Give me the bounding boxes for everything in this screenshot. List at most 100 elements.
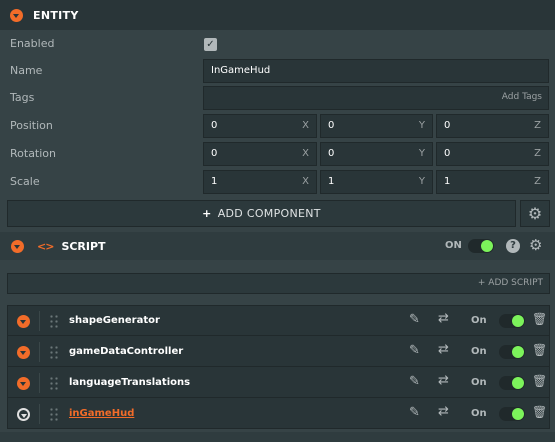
- script-toggle[interactable]: [499, 407, 525, 421]
- scale-row: Scale 1 X 1 Y 1 Z: [0, 170, 555, 194]
- axis-z-label: Z: [534, 120, 541, 131]
- axis-x-label: X: [302, 120, 309, 131]
- axis-x-label: X: [302, 176, 309, 187]
- script-toggle-label: ON: [445, 240, 462, 251]
- question-icon[interactable]: ?: [506, 239, 520, 253]
- rotation-z-input[interactable]: 0 Z: [436, 142, 549, 166]
- collapse-script-icon[interactable]: [11, 239, 24, 253]
- position-z-input[interactable]: 0 Z: [436, 114, 549, 138]
- name-input[interactable]: InGameHud: [203, 59, 549, 83]
- tags-row: Tags Add Tags: [0, 86, 555, 110]
- gear-icon[interactable]: ⚙: [529, 236, 542, 254]
- script-component-toggle[interactable]: [468, 239, 494, 253]
- axis-y-label: Y: [418, 176, 425, 187]
- scale-label: Scale: [10, 175, 40, 188]
- tags-placeholder: Add Tags: [501, 92, 542, 102]
- scale-y-value: 1: [328, 176, 335, 187]
- axis-y-label: Y: [418, 120, 425, 131]
- add-script-label: + ADD SCRIPT: [477, 278, 543, 288]
- position-z-value: 0: [444, 120, 451, 131]
- reload-icon[interactable]: ⇄: [438, 404, 449, 419]
- trash-icon[interactable]: 🗑: [532, 374, 547, 388]
- axis-z-label: Z: [534, 148, 541, 159]
- add-script-button[interactable]: + ADD SCRIPT: [7, 273, 550, 294]
- position-x-input[interactable]: 0 X: [203, 114, 317, 138]
- position-x-value: 0: [211, 120, 218, 131]
- chevron-down-circle-icon[interactable]: [17, 346, 30, 359]
- scale-x-value: 1: [211, 176, 218, 187]
- script-on-label: On: [471, 346, 487, 357]
- trash-icon[interactable]: 🗑: [532, 405, 547, 419]
- position-y-value: 0: [328, 120, 335, 131]
- script-on-label: On: [471, 377, 487, 388]
- entity-settings-button[interactable]: ⚙: [520, 200, 550, 227]
- script-item-inGameHud: inGameHud ✎ ⇄ On 🗑: [8, 399, 549, 429]
- rotation-z-value: 0: [444, 148, 451, 159]
- script-list: shapeGenerator ✎ ⇄ On 🗑 gameDataControll…: [7, 305, 550, 429]
- script-item-gameDataController: gameDataController ✎ ⇄ On 🗑: [8, 337, 549, 367]
- enabled-label: Enabled: [10, 37, 55, 50]
- script-component-header[interactable]: <> SCRIPT ON ? ⚙: [0, 232, 555, 260]
- position-label: Position: [10, 119, 53, 132]
- chevron-down-circle-icon[interactable]: [17, 377, 30, 390]
- script-component-title: SCRIPT: [61, 239, 106, 253]
- script-name: gameDataController: [69, 346, 184, 357]
- script-toggle[interactable]: [499, 345, 525, 359]
- checkmark-icon: ✓: [206, 39, 215, 50]
- reload-icon[interactable]: ⇄: [438, 342, 449, 357]
- edit-icon[interactable]: ✎: [409, 312, 420, 327]
- script-on-label: On: [471, 315, 487, 326]
- drag-handle-icon[interactable]: [49, 407, 59, 421]
- plus-icon: +: [202, 207, 212, 220]
- position-y-input[interactable]: 0 Y: [320, 114, 433, 138]
- rotation-x-input[interactable]: 0 X: [203, 142, 317, 166]
- entity-panel-title: ENTITY: [33, 8, 79, 22]
- script-item-shapeGenerator: shapeGenerator ✎ ⇄ On 🗑: [8, 306, 549, 336]
- rotation-x-value: 0: [211, 148, 218, 159]
- chevron-down-circle-icon[interactable]: [17, 408, 30, 421]
- reload-icon[interactable]: ⇄: [438, 311, 449, 326]
- name-value: InGameHud: [211, 65, 271, 76]
- edit-icon[interactable]: ✎: [409, 374, 420, 389]
- name-row: Name InGameHud: [0, 59, 555, 83]
- name-label: Name: [10, 64, 43, 77]
- trash-icon[interactable]: 🗑: [532, 312, 547, 326]
- panel-bottom: [0, 432, 555, 442]
- trash-icon[interactable]: 🗑: [532, 343, 547, 357]
- code-brackets-icon: <>: [37, 239, 54, 253]
- rotation-label: Rotation: [10, 147, 57, 160]
- collapse-entity-icon[interactable]: [10, 8, 23, 22]
- reload-icon[interactable]: ⇄: [438, 373, 449, 388]
- script-name-link[interactable]: inGameHud: [69, 408, 134, 419]
- chevron-down-circle-icon[interactable]: [17, 315, 30, 328]
- tags-label: Tags: [10, 91, 35, 104]
- rotation-y-value: 0: [328, 148, 335, 159]
- scale-z-value: 1: [444, 176, 451, 187]
- edit-icon[interactable]: ✎: [409, 343, 420, 358]
- axis-z-label: Z: [534, 176, 541, 187]
- drag-handle-icon[interactable]: [49, 376, 59, 390]
- inspector-panel: ENTITY Enabled ✓ Name InGameHud Tags Add…: [0, 0, 555, 442]
- script-toggle[interactable]: [499, 376, 525, 390]
- scale-x-input[interactable]: 1 X: [203, 170, 317, 194]
- gear-icon: ⚙: [527, 204, 543, 223]
- drag-handle-icon[interactable]: [49, 345, 59, 359]
- script-item-languageTranslations: languageTranslations ✎ ⇄ On 🗑: [8, 368, 549, 398]
- scale-y-input[interactable]: 1 Y: [320, 170, 433, 194]
- scale-z-input[interactable]: 1 Z: [436, 170, 549, 194]
- script-toggle[interactable]: [499, 314, 525, 328]
- axis-y-label: Y: [418, 148, 425, 159]
- tags-input[interactable]: Add Tags: [203, 86, 549, 110]
- add-component-label: ADD COMPONENT: [217, 207, 321, 220]
- enabled-row: Enabled ✓: [0, 32, 555, 56]
- edit-icon[interactable]: ✎: [409, 405, 420, 420]
- add-component-button[interactable]: + ADD COMPONENT: [7, 200, 516, 227]
- position-row: Position 0 X 0 Y 0 Z: [0, 114, 555, 138]
- rotation-y-input[interactable]: 0 Y: [320, 142, 433, 166]
- enabled-checkbox[interactable]: ✓: [204, 38, 217, 51]
- drag-handle-icon[interactable]: [49, 314, 59, 328]
- rotation-row: Rotation 0 X 0 Y 0 Z: [0, 142, 555, 166]
- entity-panel-header[interactable]: ENTITY: [0, 0, 555, 30]
- axis-x-label: X: [302, 148, 309, 159]
- script-name: languageTranslations: [69, 377, 191, 388]
